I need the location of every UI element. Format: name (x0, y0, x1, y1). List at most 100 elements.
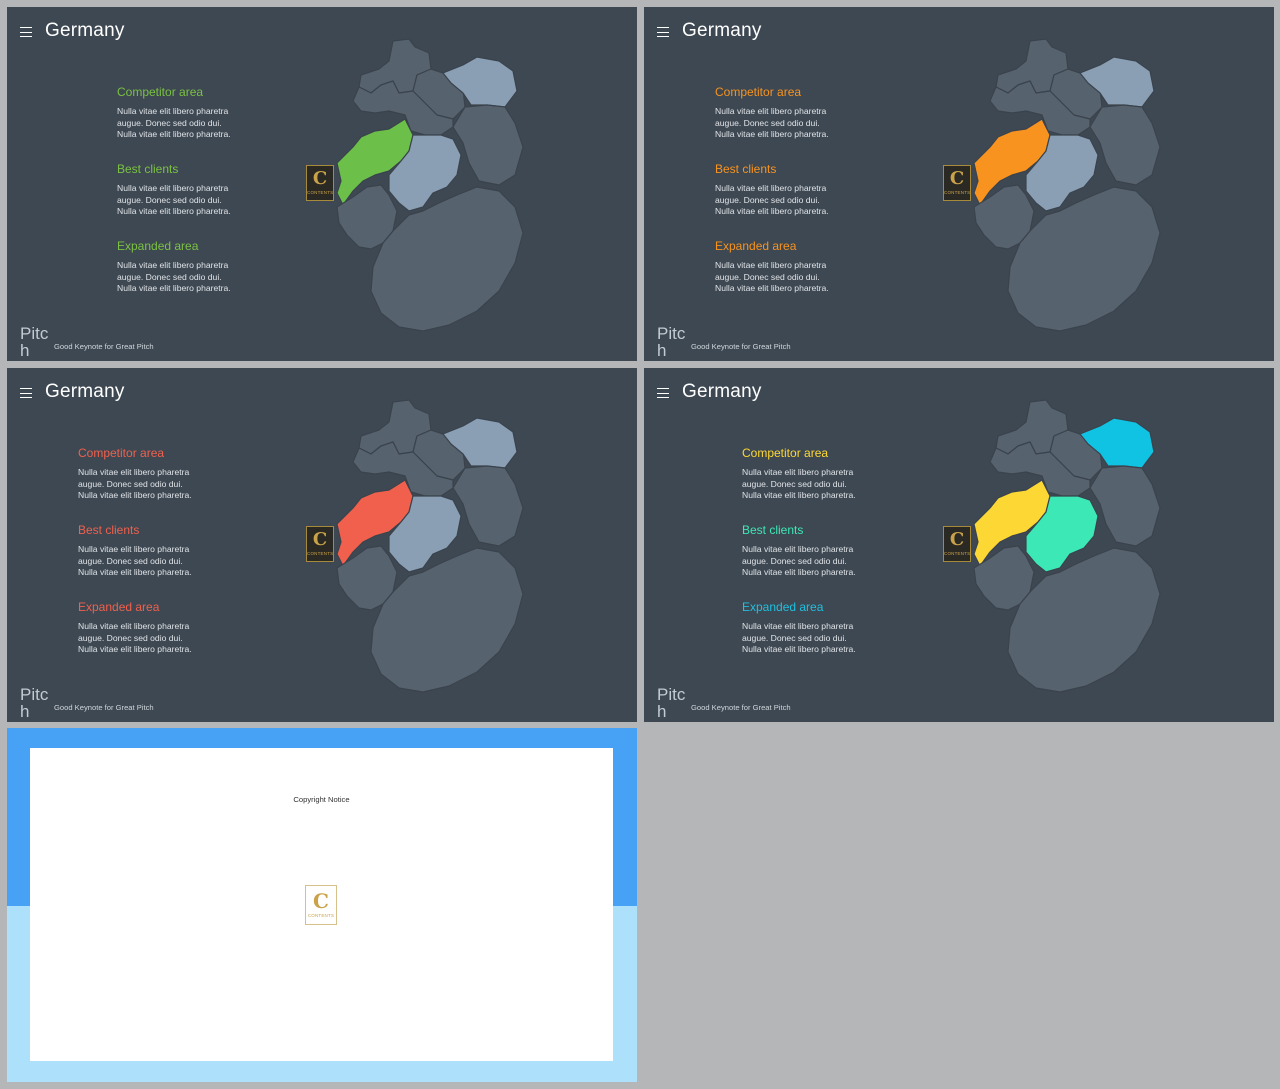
logo-word: CONTENTS (944, 190, 971, 195)
menu-icon[interactable] (657, 387, 669, 399)
slide-1[interactable]: Germany Competitor area Nulla vitae elit… (7, 7, 637, 361)
legend-body: Nulla vitae elit libero pharetra augue. … (742, 621, 942, 656)
slide-3[interactable]: Germany Competitor area Nulla vitae elit… (7, 368, 637, 722)
contents-logo: C CONTENTS (306, 165, 334, 201)
slide-title: Germany (682, 20, 762, 41)
legend-heading: Best clients (117, 162, 179, 176)
legend-body-line: augue. Donec sed odio dui. (78, 478, 183, 489)
slide-title: Germany (45, 381, 125, 402)
legend-body-line: augue. Donec sed odio dui. (715, 117, 820, 128)
legend-item-best-clients: Best clients Nulla vitae elit libero pha… (742, 523, 942, 600)
legend-heading: Expanded area (117, 239, 199, 253)
legend-body-line: Nulla vitae elit libero pharetra. (78, 567, 192, 578)
legend-body-line: Nulla vitae elit libero pharetra (715, 106, 827, 116)
legend: Competitor area Nulla vitae elit libero … (117, 85, 317, 316)
legend-body-line: Nulla vitae elit libero pharetra. (78, 644, 192, 655)
legend-body-line: augue. Donec sed odio dui. (78, 555, 183, 566)
copyright-notice: Copyright Notice (293, 795, 350, 804)
legend-heading: Competitor area (117, 85, 204, 99)
slide-2[interactable]: Germany Competitor area Nulla vitae elit… (644, 7, 1274, 361)
legend-item-best-clients: Best clients Nulla vitae elit libero pha… (117, 162, 317, 239)
legend-body-line: Nulla vitae elit libero pharetra (117, 183, 229, 193)
region-east[interactable] (452, 465, 524, 547)
legend-heading: Expanded area (742, 600, 824, 614)
legend-item-competitor-area: Competitor area Nulla vitae elit libero … (715, 85, 915, 162)
legend-body-line: augue. Donec sed odio dui. (742, 555, 847, 566)
legend-body: Nulla vitae elit libero pharetra augue. … (117, 260, 317, 295)
logo-word: CONTENTS (307, 913, 335, 918)
legend-body-line: Nulla vitae elit libero pharetra (117, 260, 229, 270)
menu-icon[interactable] (20, 387, 32, 399)
legend-body-line: Nulla vitae elit libero pharetra (715, 183, 827, 193)
legend-body: Nulla vitae elit libero pharetra augue. … (78, 467, 278, 502)
legend-body-line: Nulla vitae elit libero pharetra. (117, 206, 231, 217)
legend-body: Nulla vitae elit libero pharetra augue. … (715, 106, 915, 141)
legend: Competitor area Nulla vitae elit libero … (742, 446, 942, 677)
slide-title: Germany (682, 381, 762, 402)
legend-body-line: Nulla vitae elit libero pharetra. (117, 129, 231, 140)
logo-letter: C (949, 529, 965, 550)
legend-body-line: Nulla vitae elit libero pharetra. (78, 490, 192, 501)
logo-word: CONTENTS (307, 551, 334, 556)
legend-heading: Expanded area (715, 239, 797, 253)
slide-5-copyright[interactable]: Copyright Notice C CONTENTS (7, 728, 637, 1082)
legend-body-line: Nulla vitae elit libero pharetra (78, 544, 190, 554)
legend-body: Nulla vitae elit libero pharetra augue. … (78, 544, 278, 579)
contents-logo: C CONTENTS (305, 885, 337, 925)
legend-body-line: augue. Donec sed odio dui. (742, 632, 847, 643)
footer-tagline: Good Keynote for Great Pitch (54, 703, 154, 712)
legend-body-line: augue. Donec sed odio dui. (715, 194, 820, 205)
menu-icon[interactable] (657, 26, 669, 38)
logo-word: CONTENTS (307, 190, 334, 195)
slide-title: Germany (45, 20, 125, 41)
germany-map (336, 38, 524, 332)
region-east[interactable] (452, 104, 524, 186)
region-east[interactable] (1089, 465, 1161, 547)
legend: Competitor area Nulla vitae elit libero … (715, 85, 915, 316)
legend-body: Nulla vitae elit libero pharetra augue. … (715, 183, 915, 218)
legend-body-line: augue. Donec sed odio dui. (117, 117, 222, 128)
legend-body-line: augue. Donec sed odio dui. (742, 478, 847, 489)
footer-brand: Pitch (657, 324, 686, 360)
legend: Competitor area Nulla vitae elit libero … (78, 446, 278, 677)
legend-body-line: augue. Donec sed odio dui. (78, 632, 183, 643)
legend-item-expanded-area: Expanded area Nulla vitae elit libero ph… (742, 600, 942, 677)
germany-map (336, 399, 524, 693)
legend-body-line: Nulla vitae elit libero pharetra (117, 106, 229, 116)
legend-body-line: Nulla vitae elit libero pharetra. (742, 490, 856, 501)
legend-item-expanded-area: Expanded area Nulla vitae elit libero ph… (117, 239, 317, 316)
legend-body-line: Nulla vitae elit libero pharetra (715, 260, 827, 270)
menu-icon[interactable] (20, 26, 32, 38)
legend-item-expanded-area: Expanded area Nulla vitae elit libero ph… (78, 600, 278, 677)
logo-letter: C (313, 889, 329, 913)
legend-body: Nulla vitae elit libero pharetra augue. … (117, 106, 317, 141)
legend-body: Nulla vitae elit libero pharetra augue. … (742, 467, 942, 502)
legend-body-line: Nulla vitae elit libero pharetra (742, 467, 854, 477)
germany-map (973, 399, 1161, 693)
legend-body-line: augue. Donec sed odio dui. (117, 194, 222, 205)
legend-item-competitor-area: Competitor area Nulla vitae elit libero … (742, 446, 942, 523)
legend-body-line: Nulla vitae elit libero pharetra. (742, 644, 856, 655)
slide-4[interactable]: Germany Competitor area Nulla vitae elit… (644, 368, 1274, 722)
legend-item-competitor-area: Competitor area Nulla vitae elit libero … (78, 446, 278, 523)
legend-body-line: Nulla vitae elit libero pharetra. (715, 129, 829, 140)
legend-body: Nulla vitae elit libero pharetra augue. … (78, 621, 278, 656)
footer-brand: Pitch (20, 685, 49, 721)
footer-brand: Pitch (20, 324, 49, 360)
footer-brand: Pitch (657, 685, 686, 721)
legend-body-line: Nulla vitae elit libero pharetra (78, 621, 190, 631)
legend-item-best-clients: Best clients Nulla vitae elit libero pha… (715, 162, 915, 239)
legend-heading: Competitor area (78, 446, 165, 460)
legend-heading: Best clients (715, 162, 777, 176)
contents-logo: C CONTENTS (943, 165, 971, 201)
legend-body-line: Nulla vitae elit libero pharetra. (117, 283, 231, 294)
legend-body-line: Nulla vitae elit libero pharetra. (715, 206, 829, 217)
footer-tagline: Good Keynote for Great Pitch (691, 342, 791, 351)
logo-letter: C (312, 529, 328, 550)
footer-tagline: Good Keynote for Great Pitch (691, 703, 791, 712)
legend-body-line: Nulla vitae elit libero pharetra (78, 467, 190, 477)
region-east[interactable] (1089, 104, 1161, 186)
legend-item-competitor-area: Competitor area Nulla vitae elit libero … (117, 85, 317, 162)
legend-heading: Competitor area (715, 85, 802, 99)
germany-map (973, 38, 1161, 332)
